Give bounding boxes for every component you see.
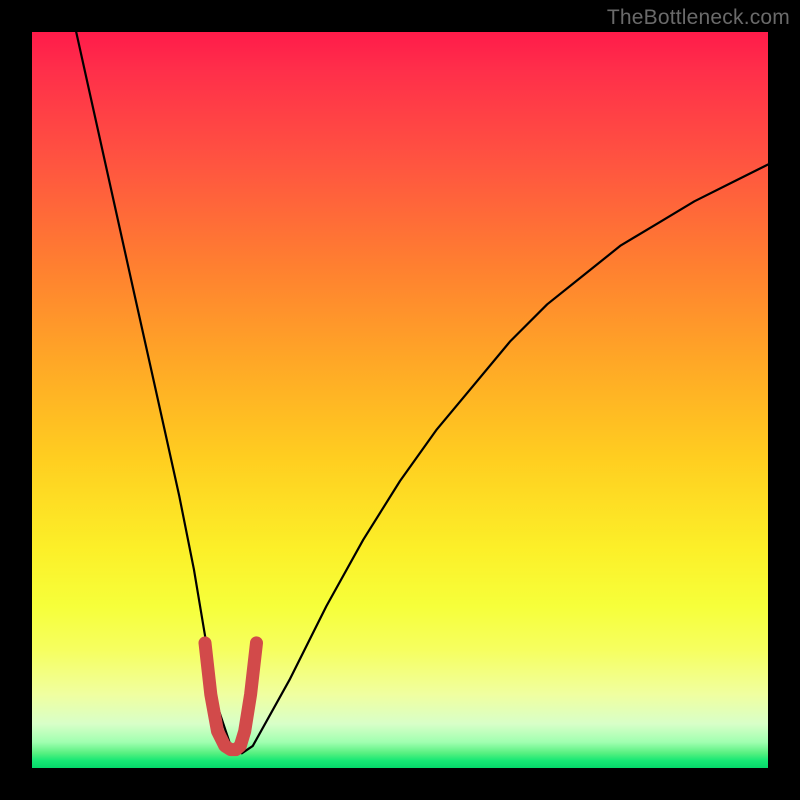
- chart-frame: TheBottleneck.com: [0, 0, 800, 800]
- bottleneck-curve-path: [76, 32, 768, 753]
- optimal-marker-path: [205, 643, 257, 750]
- plot-area: [32, 32, 768, 768]
- chart-svg: [32, 32, 768, 768]
- watermark-text: TheBottleneck.com: [607, 6, 790, 30]
